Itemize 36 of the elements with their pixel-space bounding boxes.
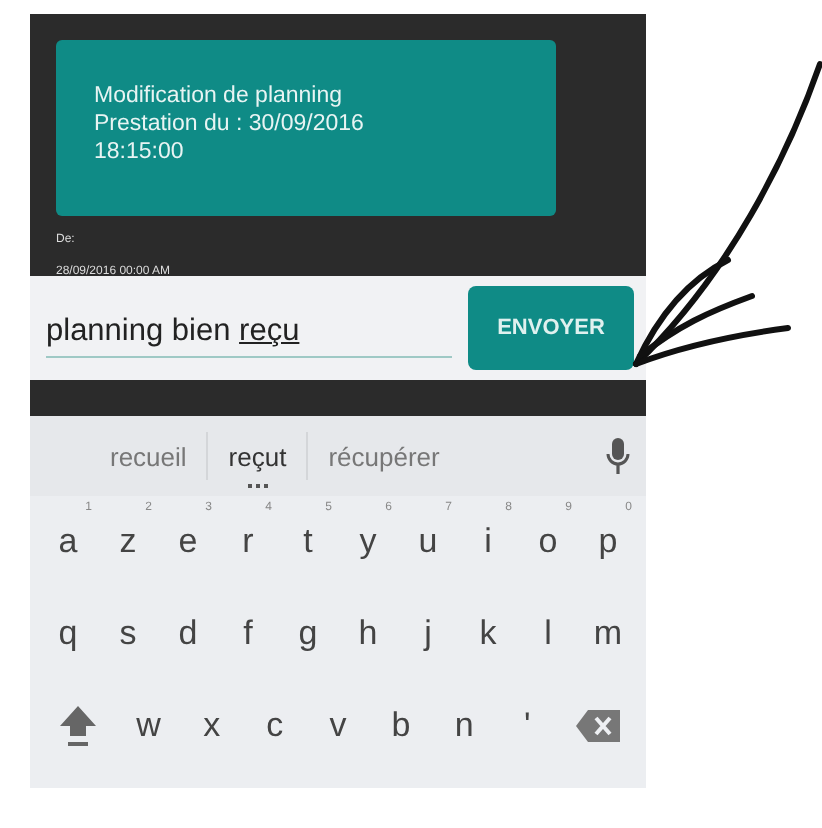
- key[interactable]: o: [538, 522, 558, 560]
- key[interactable]: k: [479, 614, 497, 652]
- message-input-field[interactable]: planning bien reçu: [46, 298, 452, 358]
- key[interactable]: g: [298, 614, 318, 652]
- key[interactable]: m: [593, 614, 623, 652]
- key[interactable]: r: [242, 522, 254, 560]
- suggestion[interactable]: récupérer: [308, 441, 460, 471]
- key[interactable]: u: [418, 522, 438, 560]
- key[interactable]: f: [243, 614, 253, 652]
- key[interactable]: y: [359, 522, 377, 560]
- key[interactable]: x: [203, 706, 221, 744]
- key[interactable]: l: [544, 614, 552, 652]
- send-button[interactable]: ENVOYER: [468, 286, 634, 370]
- key[interactable]: b: [391, 706, 411, 744]
- microphone-icon[interactable]: [606, 438, 630, 474]
- key[interactable]: j: [424, 614, 432, 652]
- key[interactable]: s: [119, 614, 137, 652]
- message-text: Modification de planning Prestation du : 30/09/2016 18:15:00: [94, 82, 364, 166]
- key[interactable]: z: [119, 522, 137, 560]
- key[interactable]: ': [523, 706, 531, 744]
- key[interactable]: q: [58, 614, 78, 652]
- key[interactable]: i: [484, 522, 492, 560]
- backspace-key-icon[interactable]: [576, 710, 621, 742]
- key[interactable]: n: [454, 706, 474, 744]
- suggestion[interactable]: recueil: [90, 441, 207, 471]
- key[interactable]: p: [598, 522, 618, 560]
- suggestion[interactable]: reçut: [208, 441, 307, 471]
- key[interactable]: t: [303, 522, 313, 560]
- shift-key-icon[interactable]: [57, 704, 98, 748]
- key[interactable]: h: [358, 614, 378, 652]
- key[interactable]: a: [58, 522, 78, 560]
- key[interactable]: c: [266, 706, 284, 744]
- key[interactable]: e: [178, 522, 198, 560]
- key[interactable]: d: [178, 614, 198, 652]
- key[interactable]: w: [136, 706, 161, 744]
- key[interactable]: v: [329, 706, 347, 744]
